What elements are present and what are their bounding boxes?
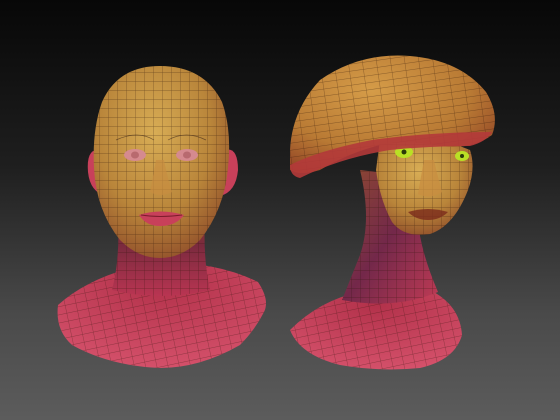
human-head-model (57, 66, 266, 368)
viewport[interactable] (0, 0, 560, 420)
sculpt-render (57, 55, 495, 370)
mushroom-head-model (290, 55, 495, 370)
human-face (93, 66, 230, 258)
